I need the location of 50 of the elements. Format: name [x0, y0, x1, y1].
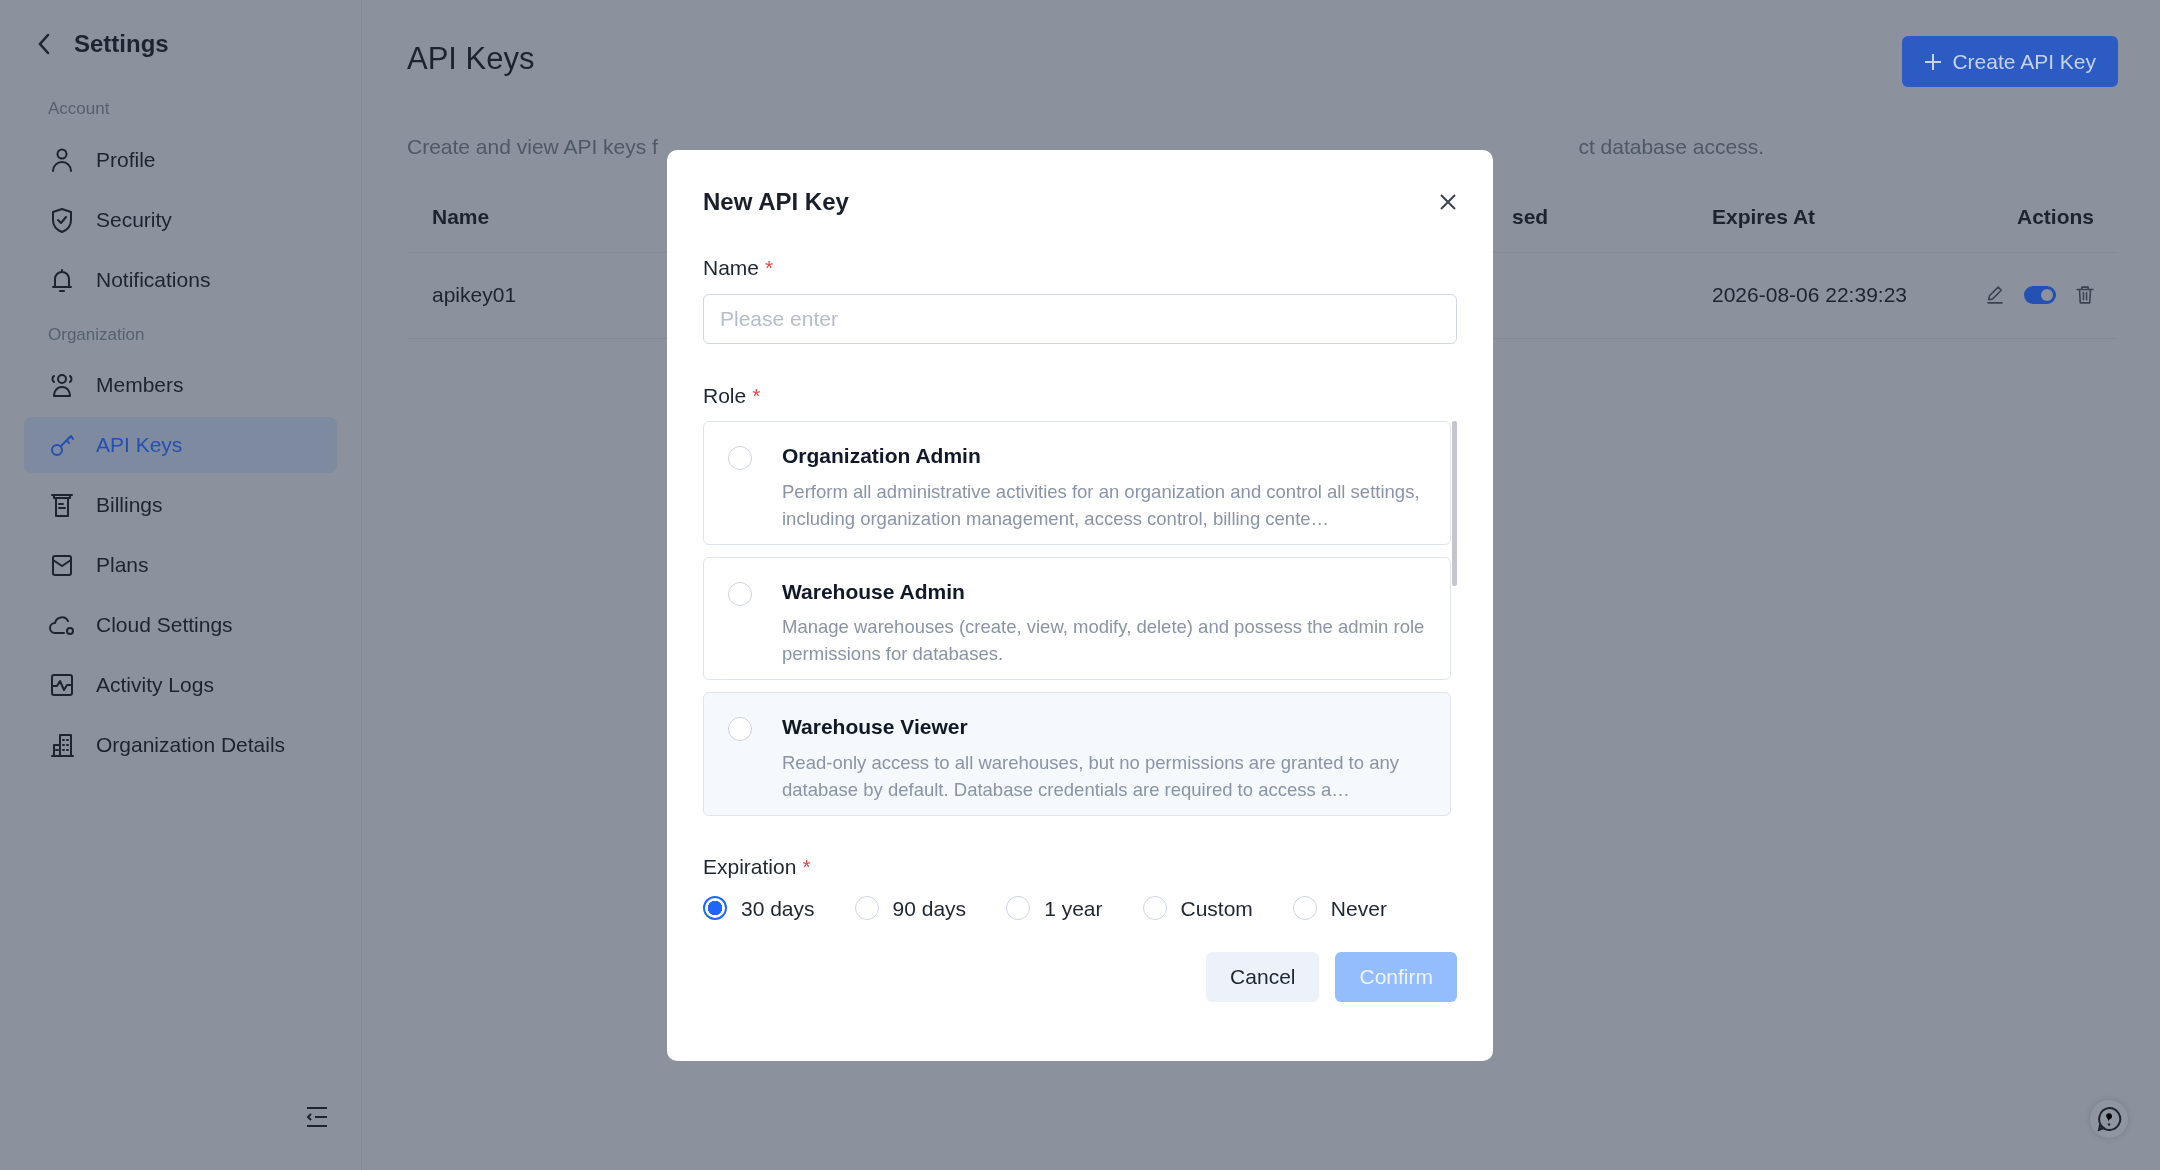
radio-option[interactable]: 1 year: [1006, 892, 1103, 924]
sidebar-item[interactable]: Security: [24, 191, 337, 248]
description-text: ct database access.: [1578, 134, 1764, 160]
sidebar-item[interactable]: Notifications: [24, 251, 337, 308]
collapse-menu-icon[interactable]: [305, 1106, 329, 1128]
building-icon: [48, 731, 76, 759]
scrollbar[interactable]: [1452, 421, 1457, 586]
role-option[interactable]: Organization Admin Perform all administrative activities for an organization and control all settings, including organization management, access control, billing cente…: [703, 421, 1451, 545]
column-header: Name: [432, 204, 490, 231]
field-label: Name *: [703, 255, 775, 281]
dialog-title: New API Key: [703, 187, 849, 217]
radio-option[interactable]: 30 days: [703, 892, 815, 924]
chart-icon: [48, 671, 76, 699]
radio-option[interactable]: Never: [1292, 892, 1387, 924]
description-text: Create and view API keys f: [407, 134, 658, 160]
radio-button[interactable]: [728, 717, 752, 741]
role-option[interactable]: Warehouse Viewer Read-only access to all warehouses, but no permissions are granted to any database by default. Database credentials are required to access a…: [703, 692, 1451, 816]
page-title: API Keys: [407, 40, 535, 78]
sidebar-item[interactable]: Profile: [24, 131, 337, 188]
help-button[interactable]: [2090, 1100, 2128, 1138]
radio-button[interactable]: [728, 581, 752, 606]
sidebar-item[interactable]: Members: [24, 357, 337, 413]
sidebar-item[interactable]: Billings: [24, 477, 337, 533]
radio-button[interactable]: [728, 446, 752, 470]
role-option[interactable]: Warehouse Admin Manage warehouses (create, view, modify, delete) and possess the admin role permissions for databases.: [703, 556, 1451, 680]
receipt-icon: [48, 491, 76, 519]
name-input[interactable]: Please enter: [703, 293, 1457, 344]
cancel-button[interactable]: Cancel: [1206, 952, 1320, 1002]
sidebar-item[interactable]: Cloud Settings: [24, 597, 337, 653]
toggle-switch[interactable]: [2024, 286, 2056, 304]
sidebar-item[interactable]: Organization Details: [24, 717, 337, 773]
field-label: Expiration *: [703, 854, 812, 880]
sidebar-title: Settings: [74, 29, 169, 59]
column-header: Expires At: [1712, 204, 1816, 231]
radio-option[interactable]: 90 days: [854, 892, 967, 924]
radio-option[interactable]: Custom: [1142, 892, 1253, 924]
pencil-icon: [1984, 284, 2006, 306]
sidebar-item[interactable]: Plans: [24, 537, 337, 593]
table-cell-text: 2026-08-06 22:39:23: [1712, 282, 1907, 309]
create-button[interactable]: Create API Key: [1902, 36, 2118, 87]
help-icon: [2095, 1105, 2123, 1133]
column-header: sed: [1512, 204, 1549, 231]
field-label: Role *: [703, 382, 762, 409]
column-header: Actions: [2016, 204, 2094, 231]
plus-icon: [1924, 52, 1943, 71]
trash-icon: [2074, 284, 2096, 306]
close-icon[interactable]: [1439, 193, 1457, 211]
table-cell-text: apikey01: [432, 282, 517, 309]
back-icon[interactable]: [36, 32, 52, 56]
sidebar-item[interactable]: Activity Logs: [24, 657, 337, 713]
